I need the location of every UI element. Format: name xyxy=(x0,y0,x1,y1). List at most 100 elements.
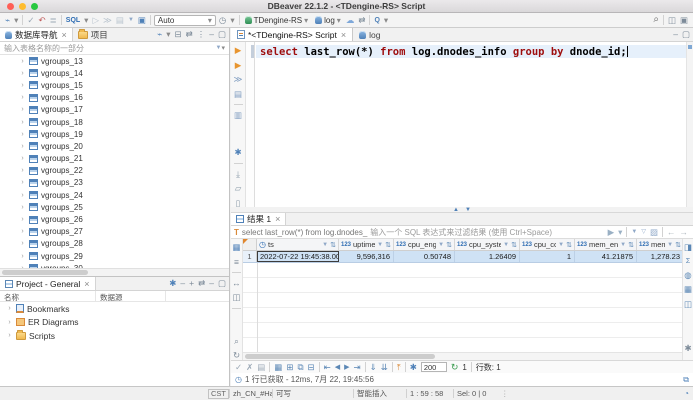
caret-position-indicator[interactable]: 1 : 59 : 58 xyxy=(407,389,453,398)
connect-icon[interactable]: ⌁ xyxy=(157,30,162,39)
chevron-right-icon[interactable]: › xyxy=(6,305,13,312)
tx-caret-icon[interactable]: ▾ xyxy=(230,16,234,25)
lock-icon[interactable]: ▣ xyxy=(138,16,146,25)
navigator-filter[interactable]: 输入表格名称的一部分 ▼ ▾ xyxy=(0,42,229,55)
export-grid-icon[interactable]: ⤒ xyxy=(397,363,401,372)
project-settings-icon[interactable]: ✱ xyxy=(169,279,176,288)
minimize-panel-icon[interactable]: – xyxy=(209,30,214,39)
apply-filter-icon[interactable]: ▶ xyxy=(608,228,615,237)
tab-database-navigator[interactable]: 数据库导航 × xyxy=(0,28,73,41)
tree-item-vgroups_19[interactable]: ›vgroups_19 xyxy=(0,128,229,140)
add-row-icon[interactable]: ⊞ xyxy=(286,363,293,372)
row-number[interactable]: 1 xyxy=(243,251,257,262)
editor-settings-icon[interactable]: ✱ xyxy=(234,148,241,157)
reconnect-icon[interactable]: ⇄ xyxy=(358,16,365,25)
chevron-right-icon[interactable]: › xyxy=(19,228,26,235)
chevron-right-icon[interactable]: › xyxy=(19,143,26,150)
scrollbar-thumb[interactable] xyxy=(245,354,435,359)
filter-custom-icon[interactable]: ▽ xyxy=(641,229,646,235)
first-row-icon[interactable]: ⇤ xyxy=(324,363,331,372)
transaction-log-icon[interactable]: ≣ xyxy=(50,16,57,25)
maximize-panel-icon[interactable]: ▢ xyxy=(218,30,226,39)
auto-refresh-icon[interactable]: ↻ xyxy=(451,362,459,373)
tree-item-vgroups_28[interactable]: ›vgroups_28 xyxy=(0,238,229,250)
calc-panel-icon[interactable]: ▦ xyxy=(684,285,692,294)
tree-item-vgroups_13[interactable]: ›vgroups_13 xyxy=(0,55,229,67)
filter-caret-icon[interactable]: ▾ xyxy=(618,228,622,237)
chevron-down-icon[interactable]: ▾ xyxy=(221,44,225,52)
aggregate-panel-icon[interactable]: Σ xyxy=(686,258,690,265)
chevron-right-icon[interactable]: › xyxy=(19,216,26,223)
chevron-right-icon[interactable]: › xyxy=(19,204,26,211)
tree-item-vgroups_24[interactable]: ›vgroups_24 xyxy=(0,189,229,201)
column-datasource[interactable]: 数据源 xyxy=(100,292,123,303)
database-selector[interactable]: log ▾ xyxy=(313,16,343,25)
tab-result-1[interactable]: 结果 1 × xyxy=(231,213,286,225)
chevron-right-icon[interactable]: › xyxy=(19,106,26,113)
chevron-right-icon[interactable]: › xyxy=(19,192,26,199)
cell-uptime[interactable]: 9,596,316 xyxy=(339,251,394,262)
project-item-scripts[interactable]: ›Scripts xyxy=(0,329,229,343)
filter-panel-icon[interactable]: ▨ xyxy=(650,228,658,237)
next-row-icon[interactable]: ▶ xyxy=(344,364,349,371)
filter-icon[interactable]: ▼ xyxy=(128,17,134,23)
cell-mem_system[interactable]: 1,278.23 xyxy=(637,251,682,262)
chevron-right-icon[interactable]: › xyxy=(19,119,26,126)
column-header-cpu_cores[interactable]: 123cpu_cores▼⇅ xyxy=(520,239,575,250)
tree-item-vgroups_25[interactable]: ›vgroups_25 xyxy=(0,201,229,213)
column-filter-icon[interactable]: ▼ xyxy=(620,242,626,248)
connection-plug-icon[interactable]: ⌁ xyxy=(5,16,10,25)
edit-cell-icon[interactable]: ▦ xyxy=(274,363,282,372)
query-log-icon[interactable]: ▥ xyxy=(234,111,242,120)
copy-status-icon[interactable]: ⧉ xyxy=(683,375,689,385)
connect-caret-icon[interactable]: ▾ xyxy=(166,30,170,39)
cell-ts[interactable]: 2022-07-22 19:45:38.000 xyxy=(257,251,339,262)
new-sql-editor-icon[interactable]: SQL xyxy=(66,17,80,24)
value-panel-icon[interactable]: ◨ xyxy=(684,243,692,252)
close-icon[interactable]: × xyxy=(84,279,89,289)
column-header-mem_system[interactable]: 123mem_system▼⇅ xyxy=(637,239,682,250)
column-filter-icon[interactable]: ▼ xyxy=(438,242,444,248)
history-back-icon[interactable]: ← xyxy=(667,228,676,237)
grid-corner-cell[interactable] xyxy=(243,239,257,250)
fetch-size-input[interactable]: 200 xyxy=(421,362,447,372)
explain-plan-icon[interactable]: ▤ xyxy=(234,90,242,99)
chevron-right-icon[interactable]: › xyxy=(19,70,26,77)
export-result-icon[interactable]: ⤓ xyxy=(236,170,240,179)
filter-save-icon[interactable]: ▼ xyxy=(631,229,637,235)
tree-item-vgroups_20[interactable]: ›vgroups_20 xyxy=(0,140,229,152)
script-changes-icon[interactable]: ▤ xyxy=(257,363,265,372)
search-caret-icon[interactable]: ▾ xyxy=(384,16,388,25)
collapse-all-icon[interactable]: ⊟ xyxy=(174,30,181,39)
navigator-hscrollbar[interactable] xyxy=(0,268,229,276)
column-sort-icon[interactable]: ⇅ xyxy=(446,241,452,249)
maximize-panel-icon[interactable]: ▢ xyxy=(218,279,226,288)
panel-settings-icon[interactable]: ✱ xyxy=(684,344,691,353)
results-grid[interactable]: ◷ts▼⇅123uptime▼⇅123cpu_engine▼⇅123cpu_sy… xyxy=(243,239,682,360)
column-header-mem_engine[interactable]: 123mem_engine▼⇅ xyxy=(575,239,637,250)
tree-item-vgroups_15[interactable]: ›vgroups_15 xyxy=(0,79,229,91)
zoom-icon[interactable]: ⌕ xyxy=(234,337,239,346)
column-filter-icon[interactable]: ▼ xyxy=(667,242,673,248)
save-script-icon[interactable]: ▯ xyxy=(236,199,241,208)
editor-canvas[interactable]: select last_row(*) from log.dnodes_info … xyxy=(256,42,686,207)
delete-row-icon[interactable]: ⊟ xyxy=(308,363,315,372)
new-script-icon[interactable]: ▱ xyxy=(235,184,242,193)
perspective-icon[interactable]: ▣ xyxy=(680,16,688,25)
chevron-right-icon[interactable]: › xyxy=(6,319,13,326)
insert-mode-indicator[interactable]: 智能插入 xyxy=(354,388,406,399)
tree-item-vgroups_17[interactable]: ›vgroups_17 xyxy=(0,104,229,116)
tree-item-vgroups_14[interactable]: ›vgroups_14 xyxy=(0,67,229,79)
column-filter-icon[interactable]: ▼ xyxy=(377,242,383,248)
chevron-right-icon[interactable]: › xyxy=(19,94,26,101)
tree-item-vgroups_29[interactable]: ›vgroups_29 xyxy=(0,250,229,262)
reject-changes-icon[interactable]: ✗ xyxy=(246,363,253,372)
execute-script-icon[interactable]: ≫ xyxy=(234,75,243,84)
column-header-cpu_system[interactable]: 123cpu_system▼⇅ xyxy=(455,239,520,250)
column-name[interactable]: 名称 xyxy=(4,292,19,303)
sql-statement[interactable]: select last_row(*) from log.dnodes_info … xyxy=(260,46,628,58)
minimize-panel-icon[interactable]: – xyxy=(209,279,214,288)
text-view-icon[interactable]: ≡ xyxy=(234,258,239,267)
cell-cpu_system[interactable]: 1.26409 xyxy=(455,251,520,262)
link-with-editor-icon[interactable]: ⇄ xyxy=(198,279,205,288)
